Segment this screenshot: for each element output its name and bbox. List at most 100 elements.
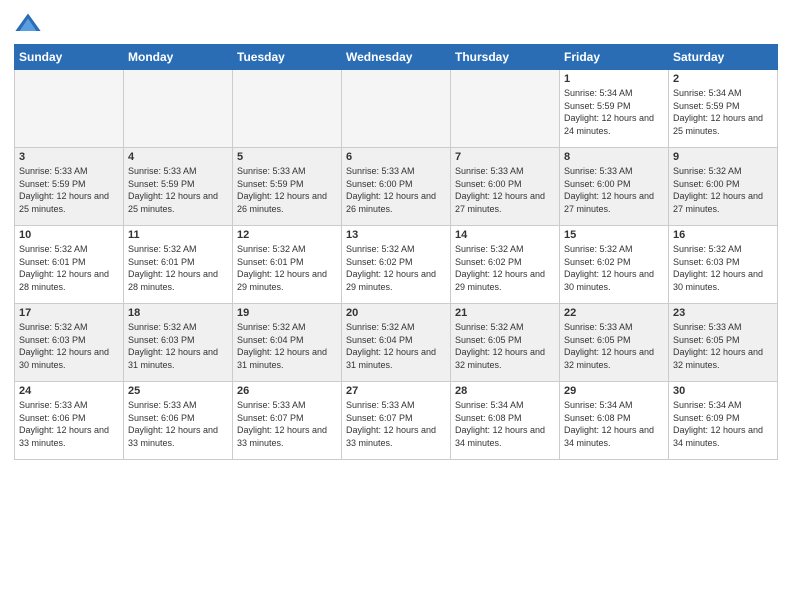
logo-icon: [14, 10, 42, 38]
calendar-day: 16 Sunrise: 5:32 AM Sunset: 6:03 PM Dayli…: [669, 226, 778, 304]
day-number: 4: [128, 151, 228, 163]
day-number: 17: [19, 307, 119, 319]
calendar-day: 12 Sunrise: 5:32 AM Sunset: 6:01 PM Dayli…: [233, 226, 342, 304]
day-info: Sunrise: 5:33 AM Sunset: 6:06 PM Dayligh…: [128, 399, 228, 449]
day-info: Sunrise: 5:32 AM Sunset: 6:00 PM Dayligh…: [673, 165, 773, 215]
day-info: Sunrise: 5:33 AM Sunset: 6:05 PM Dayligh…: [673, 321, 773, 371]
calendar-day: 6Sunrise: 5:33 AM Sunset: 6:00 PM Daylig…: [342, 148, 451, 226]
calendar-day: [342, 70, 451, 148]
calendar-day: 11Sunrise: 5:32 AM Sunset: 6:01 PM Dayli…: [124, 226, 233, 304]
day-info: Sunrise: 5:32 AM Sunset: 6:03 PM Dayligh…: [128, 321, 228, 371]
day-number: 16: [673, 229, 773, 241]
day-info: Sunrise: 5:32 AM Sunset: 6:02 PM Dayligh…: [346, 243, 446, 293]
day-number: 13: [346, 229, 446, 241]
day-number: 26: [237, 385, 337, 397]
calendar-week: 3 Sunrise: 5:33 AM Sunset: 5:59 PM Daylig…: [15, 148, 778, 226]
calendar-day: 8 Sunrise: 5:33 AM Sunset: 6:00 PM Daylig…: [560, 148, 669, 226]
calendar-day: 1Sunrise: 5:34 AM Sunset: 5:59 PM Daylig…: [560, 70, 669, 148]
day-info: Sunrise: 5:33 AM Sunset: 5:59 PM Dayligh…: [19, 165, 119, 215]
calendar-day: 4 Sunrise: 5:33 AM Sunset: 5:59 PM Daylig…: [124, 148, 233, 226]
day-number: 27: [346, 385, 446, 397]
day-number: 24: [19, 385, 119, 397]
calendar-day: 19Sunrise: 5:32 AM Sunset: 6:04 PM Dayli…: [233, 304, 342, 382]
day-number: 30: [673, 385, 773, 397]
calendar-week: 24 Sunrise: 5:33 AM Sunset: 6:06 PM Dayli…: [15, 382, 778, 460]
calendar-day: [15, 70, 124, 148]
calendar-day: 5 Sunrise: 5:33 AM Sunset: 5:59 PM Daylig…: [233, 148, 342, 226]
calendar-day: 30 Sunrise: 5:34 AM Sunset: 6:09 PM Dayli…: [669, 382, 778, 460]
day-info: Sunrise: 5:32 AM Sunset: 6:01 PM Dayligh…: [128, 243, 228, 293]
weekday-header: Saturday: [669, 45, 778, 70]
day-info: Sunrise: 5:33 AM Sunset: 6:07 PM Dayligh…: [346, 399, 446, 449]
page-container: SundayMondayTuesdayWednesdayThursdayFrid…: [0, 0, 792, 470]
calendar-day: 7 Sunrise: 5:33 AM Sunset: 6:00 PM Daylig…: [451, 148, 560, 226]
calendar-day: [451, 70, 560, 148]
calendar-day: 24 Sunrise: 5:33 AM Sunset: 6:06 PM Dayli…: [15, 382, 124, 460]
calendar-week: 1 Sunrise: 5:34 AM Sunset: 5:59 PM Daylig…: [15, 70, 778, 148]
day-info: Sunrise: 5:33 AM Sunset: 6:00 PM Dayligh…: [455, 165, 555, 215]
weekday-header: Monday: [124, 45, 233, 70]
day-info: Sunrise: 5:34 AM Sunset: 6:08 PM Dayligh…: [455, 399, 555, 449]
calendar-day: 25 Sunrise: 5:33 AM Sunset: 6:06 PM Dayli…: [124, 382, 233, 460]
weekday-header: Wednesday: [342, 45, 451, 70]
day-number: 8: [564, 151, 664, 163]
calendar-day: 13 Sunrise: 5:32 AM Sunset: 6:02 PM Dayli…: [342, 226, 451, 304]
day-number: 5: [237, 151, 337, 163]
day-info: Sunrise: 5:33 AM Sunset: 6:05 PM Dayligh…: [564, 321, 664, 371]
day-number: 14: [455, 229, 555, 241]
day-number: 21: [455, 307, 555, 319]
calendar-day: [233, 70, 342, 148]
day-number: 20: [346, 307, 446, 319]
weekday-header: Friday: [560, 45, 669, 70]
calendar-day: [124, 70, 233, 148]
calendar-day: 18Sunrise: 5:32 AM Sunset: 6:03 PM Dayli…: [124, 304, 233, 382]
calendar-day: 10Sunrise: 5:32 AM Sunset: 6:01 PM Dayli…: [15, 226, 124, 304]
day-number: 3: [19, 151, 119, 163]
calendar-day: 21 Sunrise: 5:32 AM Sunset: 6:05 PM Dayli…: [451, 304, 560, 382]
calendar-table: SundayMondayTuesdayWednesdayThursdayFrid…: [14, 44, 778, 460]
day-number: 25: [128, 385, 228, 397]
day-number: 10: [19, 229, 119, 241]
calendar-day: 15Sunrise: 5:32 AM Sunset: 6:02 PM Dayli…: [560, 226, 669, 304]
header: [14, 10, 778, 38]
day-info: Sunrise: 5:32 AM Sunset: 6:03 PM Dayligh…: [673, 243, 773, 293]
day-info: Sunrise: 5:32 AM Sunset: 6:01 PM Dayligh…: [237, 243, 337, 293]
day-info: Sunrise: 5:34 AM Sunset: 6:08 PM Dayligh…: [564, 399, 664, 449]
calendar-day: 26 Sunrise: 5:33 AM Sunset: 6:07 PM Dayli…: [233, 382, 342, 460]
day-number: 23: [673, 307, 773, 319]
day-number: 28: [455, 385, 555, 397]
day-info: Sunrise: 5:32 AM Sunset: 6:05 PM Dayligh…: [455, 321, 555, 371]
day-number: 29: [564, 385, 664, 397]
day-info: Sunrise: 5:34 AM Sunset: 6:09 PM Dayligh…: [673, 399, 773, 449]
weekday-header: Sunday: [15, 45, 124, 70]
day-number: 1: [564, 73, 664, 85]
day-number: 19: [237, 307, 337, 319]
day-number: 9: [673, 151, 773, 163]
day-number: 2: [673, 73, 773, 85]
calendar-day: 27 Sunrise: 5:33 AM Sunset: 6:07 PM Dayli…: [342, 382, 451, 460]
weekday-row: SundayMondayTuesdayWednesdayThursdayFrid…: [15, 45, 778, 70]
day-number: 22: [564, 307, 664, 319]
calendar-week: 10 Sunrise: 5:32 AM Sunset: 6:01 PM Dayli…: [15, 226, 778, 304]
calendar-day: 17 Sunrise: 5:32 AM Sunset: 6:03 PM Dayli…: [15, 304, 124, 382]
calendar-body: 1 Sunrise: 5:34 AM Sunset: 5:59 PM Daylig…: [15, 70, 778, 460]
calendar-day: 9 Sunrise: 5:32 AM Sunset: 6:00 PM Daylig…: [669, 148, 778, 226]
day-info: Sunrise: 5:34 AM Sunset: 5:59 PM Dayligh…: [673, 87, 773, 137]
day-number: 7: [455, 151, 555, 163]
calendar-day: 2 Sunrise: 5:34 AM Sunset: 5:59 PM Daylig…: [669, 70, 778, 148]
day-info: Sunrise: 5:32 AM Sunset: 6:03 PM Dayligh…: [19, 321, 119, 371]
day-info: Sunrise: 5:33 AM Sunset: 5:59 PM Dayligh…: [128, 165, 228, 215]
day-number: 15: [564, 229, 664, 241]
calendar-day: 20 Sunrise: 5:32 AM Sunset: 6:04 PM Dayli…: [342, 304, 451, 382]
day-info: Sunrise: 5:32 AM Sunset: 6:04 PM Dayligh…: [346, 321, 446, 371]
calendar-week: 17 Sunrise: 5:32 AM Sunset: 6:03 PM Dayli…: [15, 304, 778, 382]
day-info: Sunrise: 5:33 AM Sunset: 6:06 PM Dayligh…: [19, 399, 119, 449]
day-info: Sunrise: 5:33 AM Sunset: 6:00 PM Dayligh…: [564, 165, 664, 215]
calendar-day: 29 Sunrise: 5:34 AM Sunset: 6:08 PM Dayli…: [560, 382, 669, 460]
day-info: Sunrise: 5:33 AM Sunset: 6:07 PM Dayligh…: [237, 399, 337, 449]
day-number: 12: [237, 229, 337, 241]
calendar-header: SundayMondayTuesdayWednesdayThursdayFrid…: [15, 45, 778, 70]
day-info: Sunrise: 5:33 AM Sunset: 5:59 PM Dayligh…: [237, 165, 337, 215]
calendar-day: 23 Sunrise: 5:33 AM Sunset: 6:05 PM Dayli…: [669, 304, 778, 382]
day-info: Sunrise: 5:32 AM Sunset: 6:02 PM Dayligh…: [455, 243, 555, 293]
